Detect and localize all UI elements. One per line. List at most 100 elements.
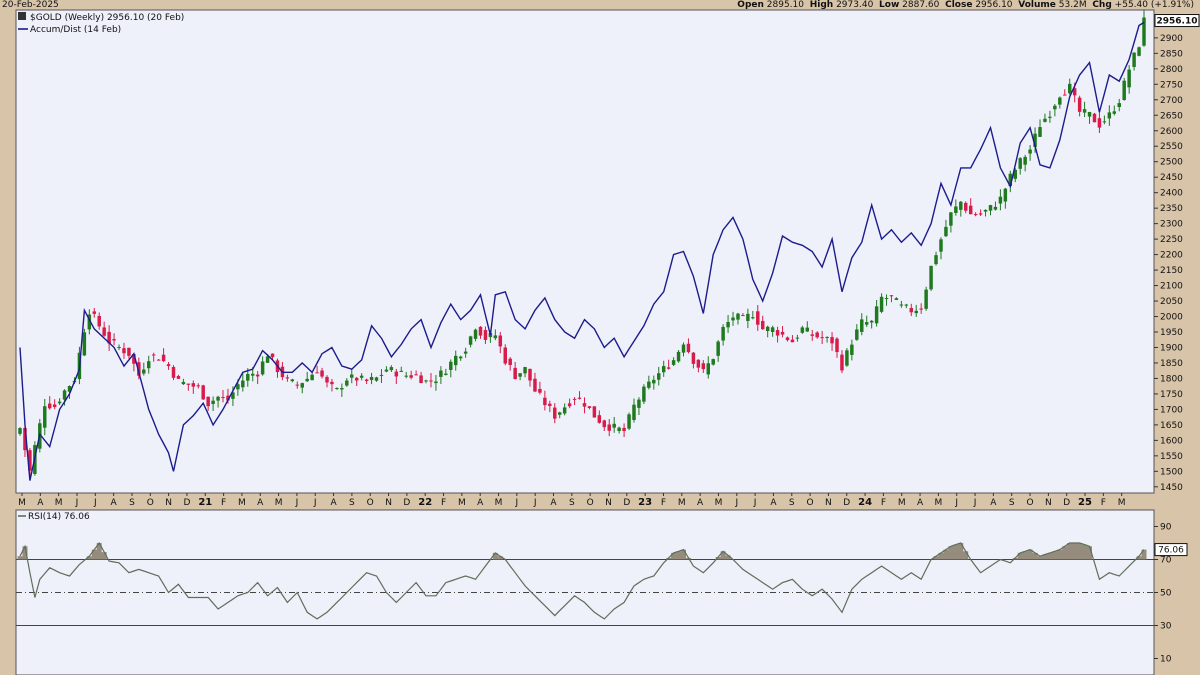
- candle-body: [934, 255, 938, 265]
- candle-body: [894, 298, 899, 300]
- candle-body: [196, 385, 200, 387]
- candle-body: [765, 326, 770, 332]
- candle-body: [592, 406, 597, 418]
- candle-body: [201, 385, 205, 400]
- candle-body: [463, 351, 468, 354]
- candle-body: [350, 374, 354, 378]
- candle-body: [652, 379, 656, 384]
- candle-body: [285, 377, 290, 379]
- x-tick-label: J: [313, 498, 317, 508]
- candle-body: [760, 320, 765, 330]
- candle-body: [127, 347, 131, 356]
- candle-body: [92, 311, 97, 314]
- candle-body: [255, 374, 260, 377]
- price-tick-label: 2650: [1160, 111, 1183, 121]
- x-tick-label: O: [587, 498, 594, 508]
- candle-body: [290, 379, 295, 382]
- candle-body: [567, 403, 572, 407]
- candle-body: [666, 367, 671, 369]
- price-tick-label: 2400: [1160, 189, 1183, 199]
- x-tick-label: O: [147, 498, 154, 508]
- candle-body: [305, 378, 309, 382]
- candle-body: [572, 398, 577, 400]
- candle-body: [795, 337, 800, 339]
- candle-body: [389, 367, 394, 371]
- candle-body: [657, 373, 661, 380]
- price-panel: [15, 9, 1155, 494]
- price-tick-label: 2450: [1160, 173, 1183, 183]
- x-tick-label: N: [1045, 498, 1052, 508]
- x-tick-label: M: [715, 498, 723, 508]
- chart-root: 20-Feb-2025 Open 2895.10 High 2973.40 Lo…: [0, 0, 1200, 675]
- legend-rsi: RSI(14) 76.06: [28, 512, 90, 522]
- price-tick-label: 2300: [1160, 220, 1183, 230]
- candle-body: [845, 350, 849, 366]
- candle-body: [751, 317, 755, 319]
- x-tick-label: S: [129, 498, 135, 508]
- candle-body: [1038, 127, 1042, 137]
- candle-body: [973, 214, 978, 216]
- candle-body: [805, 327, 810, 332]
- candle-body: [439, 370, 443, 377]
- candle-body: [320, 370, 324, 377]
- x-tick-label: M: [55, 498, 63, 508]
- candle-body: [879, 296, 884, 312]
- candle-body: [964, 202, 968, 211]
- candle-body: [835, 338, 839, 353]
- candle-body: [221, 397, 225, 399]
- x-tick-label: D: [623, 498, 630, 508]
- candle-body: [161, 354, 166, 362]
- candle-body: [780, 331, 785, 335]
- candle-body: [483, 330, 488, 340]
- candle-body: [454, 355, 458, 366]
- candle-body: [1117, 103, 1121, 108]
- candle-body: [1122, 80, 1126, 101]
- price-tick-label: 2550: [1160, 142, 1183, 152]
- candle-body: [627, 414, 631, 429]
- x-tick-label: J: [93, 498, 97, 508]
- candle-body: [721, 326, 725, 341]
- candle-body: [671, 360, 676, 365]
- candle-body: [379, 374, 384, 376]
- price-tick-label: 2200: [1160, 251, 1183, 261]
- x-tick-label: N: [605, 498, 612, 508]
- candle-body: [1137, 47, 1141, 56]
- candle-body: [562, 407, 567, 414]
- price-tick-label: 2850: [1160, 49, 1183, 59]
- x-tick-label: M: [275, 498, 283, 508]
- rsi-tick-label: 90: [1160, 523, 1172, 533]
- x-tick-label: M: [238, 498, 246, 508]
- x-tick-label: A: [990, 498, 997, 508]
- x-tick-label: F: [441, 498, 446, 508]
- candle-body: [458, 356, 463, 359]
- candle-body: [171, 366, 176, 378]
- candle-body: [899, 304, 904, 306]
- candle-body: [919, 308, 923, 310]
- candle-body: [929, 265, 933, 290]
- price-tick-label: 2700: [1160, 96, 1183, 106]
- price-tick-label: 2500: [1160, 158, 1183, 168]
- candle-body: [855, 329, 859, 340]
- candle-body: [706, 363, 710, 375]
- legend-candle-swatch: [18, 12, 26, 20]
- candle-body: [300, 383, 304, 388]
- candle-body: [508, 358, 512, 366]
- candle-body: [335, 388, 339, 390]
- candle-body: [538, 388, 542, 393]
- candle-body: [815, 332, 819, 338]
- x-tick-label: A: [917, 498, 924, 508]
- candle-body: [468, 336, 473, 345]
- candle-body: [988, 205, 993, 211]
- candle-body: [206, 396, 210, 407]
- candle-body: [409, 375, 413, 378]
- candle-body: [429, 380, 433, 382]
- candle-body: [978, 213, 983, 215]
- candle-body: [701, 363, 706, 370]
- x-tick-label: J: [515, 498, 519, 508]
- candle-body: [325, 376, 329, 383]
- candle-body: [513, 367, 517, 380]
- candle-body: [478, 326, 483, 336]
- candle-body: [503, 347, 507, 364]
- candle-body: [686, 343, 691, 353]
- x-tick-label: M: [1118, 498, 1126, 508]
